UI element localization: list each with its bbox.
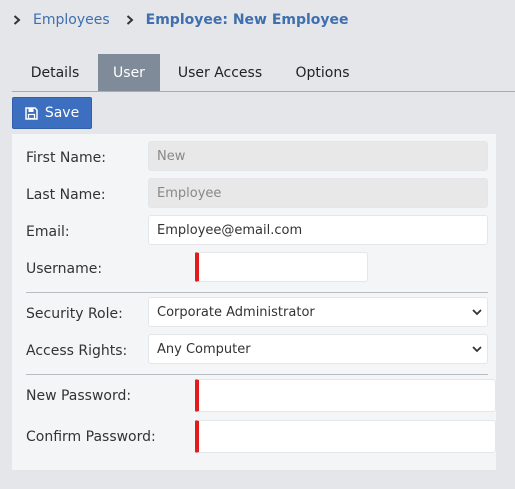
access-rights-label: Access Rights: [26,343,128,359]
chevron-down-icon [472,346,482,353]
last-name-field: Employee [148,178,488,208]
last-name-label: Last Name: [26,187,106,203]
security-role-label: Security Role: [26,306,123,322]
user-form-panel: First Name: New Last Name: Employee Emai… [12,134,496,470]
chevron-right-icon [123,10,137,30]
confirm-password-field[interactable] [195,420,496,453]
username-field[interactable] [195,252,368,282]
new-password-field[interactable] [195,379,496,412]
tab-bar: Details User User Access Options [12,54,515,92]
tab-options[interactable]: Options [282,54,363,91]
access-rights-select[interactable]: Any Computer [148,334,488,364]
email-field[interactable]: Employee@email.com [148,215,488,245]
section-divider [26,374,488,375]
first-name-value: New [157,148,186,164]
username-label: Username: [26,261,103,277]
tab-details[interactable]: Details [12,54,98,91]
breadcrumb-employees-link[interactable]: Employees [33,12,110,28]
tab-user-access[interactable]: User Access [166,54,274,91]
page-title: Employee: New Employee [145,12,349,28]
chevron-right-icon [10,10,24,30]
floppy-disk-icon [25,106,38,120]
new-password-label: New Password: [26,388,132,404]
save-button[interactable]: Save [12,97,92,129]
email-label: Email: [26,224,70,240]
tab-user[interactable]: User [98,54,160,91]
confirm-password-label: Confirm Password: [26,429,156,445]
access-rights-value: Any Computer [157,341,251,357]
first-name-field: New [148,141,488,171]
email-value: Employee@email.com [157,222,303,238]
section-divider [26,292,488,293]
security-role-value: Corporate Administrator [157,304,315,320]
first-name-label: First Name: [26,150,106,166]
save-button-label: Save [44,105,80,121]
security-role-select[interactable]: Corporate Administrator [148,297,488,327]
chevron-down-icon [472,309,482,316]
breadcrumb: Employees Employee: New Employee [10,10,349,30]
last-name-value: Employee [157,185,222,201]
